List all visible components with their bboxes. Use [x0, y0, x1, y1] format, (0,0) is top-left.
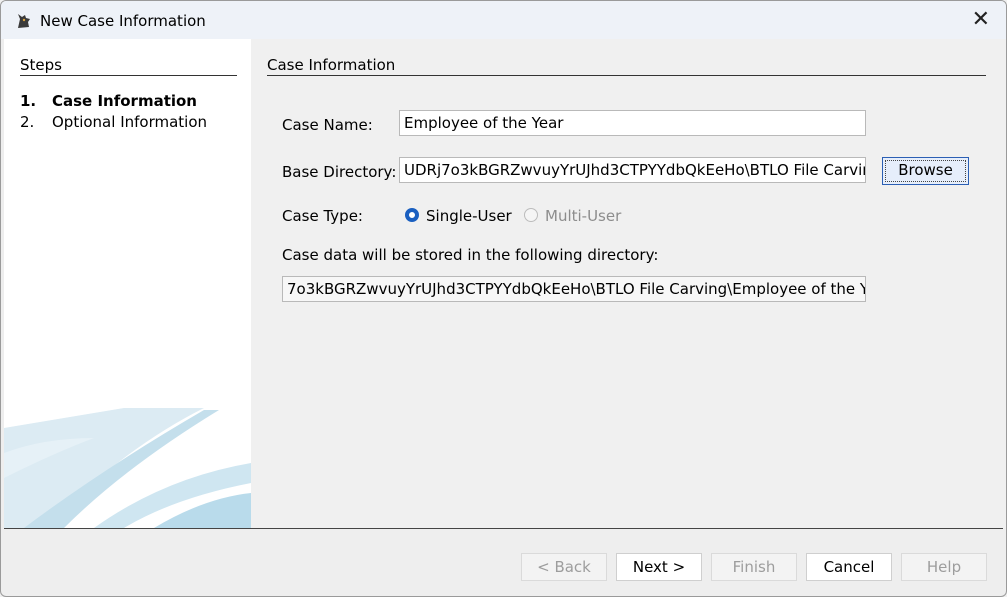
single-user-radio[interactable]	[405, 208, 419, 222]
multi-user-label: Multi-User	[545, 207, 622, 225]
steps-underline	[20, 75, 237, 76]
panel-title: Case Information	[267, 56, 396, 74]
cancel-button[interactable]: Cancel	[806, 553, 892, 581]
step-item-case-information: 1. Case Information	[20, 92, 197, 110]
step-label: Case Information	[52, 92, 197, 110]
storage-directory-label: Case data will be stored in the followin…	[282, 246, 659, 264]
step-item-optional-information: 2. Optional Information	[20, 113, 207, 131]
base-directory-input[interactable]: UDRj7o3kBGRZwvuyYrUJhd3CTPYYdbQkEeHo\BTL…	[399, 157, 866, 183]
help-button: Help	[901, 553, 987, 581]
case-name-label: Case Name:	[282, 116, 373, 134]
base-directory-label: Base Directory:	[282, 163, 397, 181]
window-title: New Case Information	[40, 12, 206, 30]
case-information-panel: Case Information Case Name: Employee of …	[251, 39, 1006, 528]
close-icon[interactable]: ✕	[972, 9, 990, 31]
next-button[interactable]: Next >	[616, 553, 702, 581]
step-number: 2.	[20, 113, 35, 131]
single-user-label[interactable]: Single-User	[426, 207, 512, 225]
new-case-dialog: New Case Information ✕ Steps 1. Case Info…	[0, 0, 1007, 597]
footer-divider	[4, 528, 1003, 529]
steps-title: Steps	[20, 56, 62, 74]
storage-directory-field: 7o3kBGRZwvuyYrUJhd3CTPYYdbQkEeHo\BTLO Fi…	[282, 276, 866, 302]
step-label: Optional Information	[52, 113, 208, 131]
browse-button[interactable]: Browse	[882, 157, 969, 185]
case-type-label: Case Type:	[282, 207, 363, 225]
step-number: 1.	[20, 92, 37, 110]
back-button: < Back	[521, 553, 607, 581]
decorative-swoosh-graphic	[4, 408, 251, 528]
finish-button: Finish	[711, 553, 797, 581]
panel-title-underline	[267, 75, 986, 76]
title-bar: New Case Information ✕	[1, 1, 1006, 39]
multi-user-radio	[524, 208, 538, 222]
steps-pane: Steps 1. Case Information 2. Optional Info…	[4, 39, 251, 528]
case-name-input[interactable]: Employee of the Year	[399, 110, 866, 136]
autopsy-dog-icon	[18, 14, 30, 28]
